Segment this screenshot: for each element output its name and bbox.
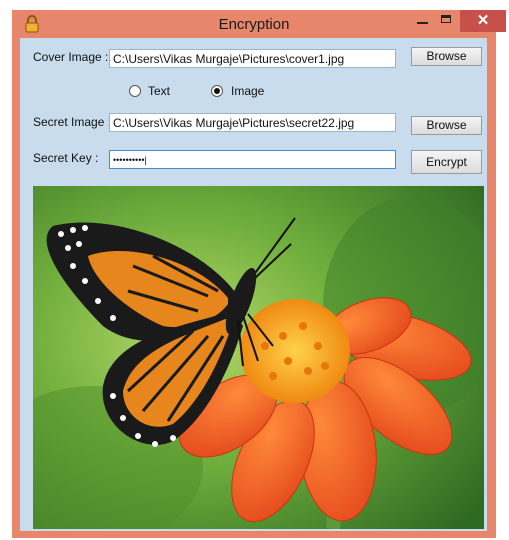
text-radio-label[interactable]: Text [148,84,170,98]
image-radio-label[interactable]: Image [231,84,264,98]
image-preview [33,186,484,529]
title-bar[interactable]: Encryption ✕ [12,10,506,38]
close-button[interactable]: ✕ [460,10,506,32]
secret-key-label: Secret Key : [33,151,99,165]
text-radio[interactable] [129,85,141,97]
cover-image-path-input[interactable]: C:\Users\Vikas Murgaje\Pictures\cover1.j… [109,49,396,68]
cover-browse-button[interactable]: Browse [411,47,482,66]
image-radio[interactable] [211,85,223,97]
cover-image-label: Cover Image : [33,50,109,64]
encrypt-button[interactable]: Encrypt [411,150,482,174]
secret-image-path-input[interactable]: C:\Users\Vikas Murgaje\Pictures\secret22… [109,113,396,132]
secret-image-label: Secret Image : [33,115,112,129]
secret-browse-button[interactable]: Browse [411,116,482,135]
secret-key-input[interactable]: ••••••••••| [109,150,396,169]
maximize-button[interactable] [436,10,458,32]
minimize-button[interactable] [412,10,434,32]
